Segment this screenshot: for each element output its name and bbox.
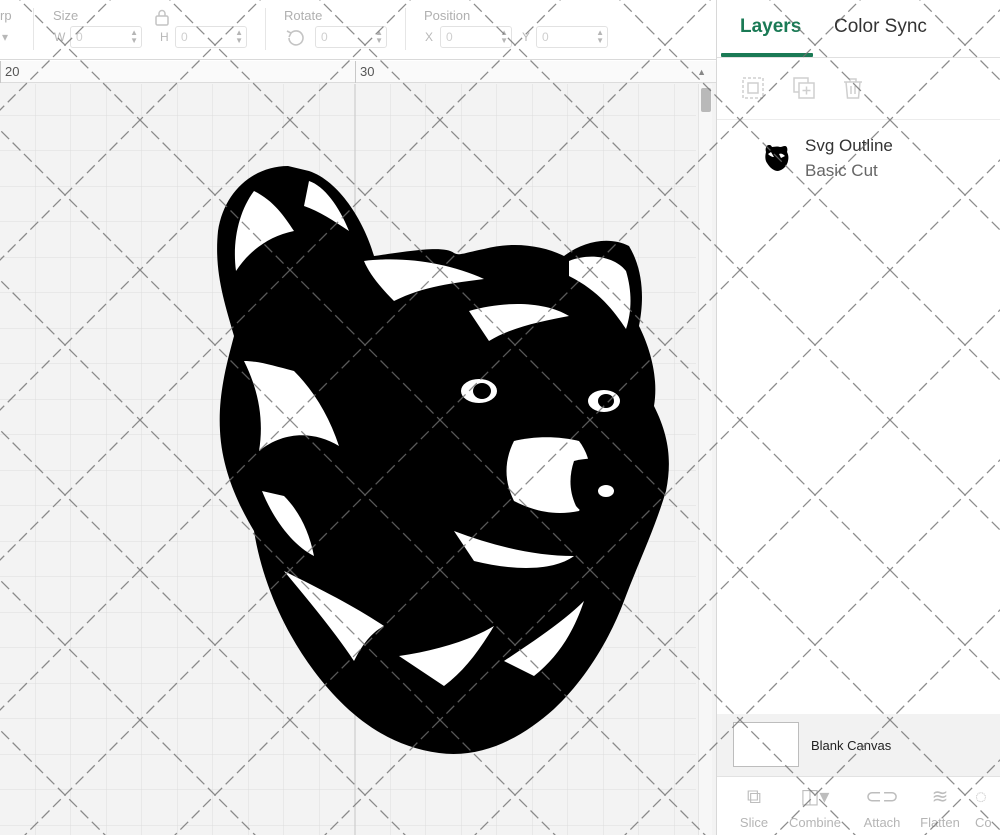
attach-icon: ⊂⊃ [865, 786, 899, 808]
ruler-label-20: 20 [5, 64, 20, 79]
canvas-vertical-scrollbar[interactable] [698, 84, 712, 835]
attach-label: Attach [863, 815, 901, 830]
x-position-value: 0 [446, 30, 453, 44]
group-icon[interactable] [741, 76, 765, 100]
layer-tools-bar: ⧉ Slice ◫▾ Combine ⊂⊃ Attach ≋ Flatten ◌… [717, 776, 1000, 835]
rotate-icon [285, 28, 307, 53]
toolbar-divider [265, 8, 266, 50]
y-letter: Y [522, 30, 531, 44]
rotate-input[interactable]: 0 ▲ ▼ [315, 26, 387, 48]
x-position-stepper[interactable]: ▲ ▼ [500, 29, 508, 45]
contour-label: Co [975, 815, 992, 830]
lock-icon[interactable] [155, 9, 169, 31]
blank-canvas-swatch[interactable] [733, 722, 799, 767]
slice-button[interactable]: ⧉ Slice [737, 783, 771, 830]
attach-button[interactable]: ⊂⊃ Attach [857, 783, 907, 830]
blank-canvas-row[interactable]: Blank Canvas [717, 714, 1000, 776]
delete-icon[interactable] [841, 76, 865, 100]
cut-dropdown-arrow[interactable]: ▾ [2, 30, 8, 44]
size-label: Size [53, 8, 79, 23]
rotate-label: Rotate [284, 8, 323, 23]
flatten-label: Flatten [920, 815, 960, 830]
bear-thumbnail-icon [765, 145, 789, 171]
toolbar-divider [33, 8, 34, 50]
tab-color-sync[interactable]: Color Sync [834, 16, 927, 38]
ruler-label-30: 30 [360, 64, 375, 79]
combine-button[interactable]: ◫▾ Combine [785, 783, 845, 830]
height-stepper[interactable]: ▲ ▼ [235, 29, 243, 45]
contour-icon: ◌ [975, 786, 987, 808]
slice-label: Slice [739, 815, 769, 830]
height-value: 0 [181, 30, 188, 44]
blank-canvas-label: Blank Canvas [811, 738, 892, 753]
flatten-icon: ≋ [931, 786, 949, 808]
width-value: 0 [76, 30, 83, 44]
toolbar-divider [405, 8, 406, 50]
active-tab-indicator [721, 53, 813, 57]
height-letter: H [160, 30, 169, 44]
layer-item[interactable]: Svg Outline Basic Cut [717, 124, 1000, 184]
y-position-value: 0 [542, 30, 549, 44]
x-letter: X [425, 30, 434, 44]
y-position-stepper[interactable]: ▲ ▼ [596, 29, 604, 45]
cut-label: rp [0, 8, 12, 23]
tab-layers[interactable]: Layers [740, 16, 801, 38]
rotate-stepper[interactable]: ▲ ▼ [375, 29, 383, 45]
scrollbar-thumb[interactable] [701, 88, 711, 112]
layer-operation-type[interactable]: Basic Cut [805, 161, 878, 181]
width-letter: W [54, 30, 66, 44]
flatten-button[interactable]: ≋ Flatten [916, 783, 964, 830]
width-input[interactable]: 0 ▲ ▼ [70, 26, 142, 48]
bear-head-artwork[interactable] [214, 161, 674, 761]
edit-toolbar: rp ▾ Size W 0 ▲ ▼ H 0 ▲ ▼ Rotate 0 ▲ ▼ Posi… [0, 0, 716, 60]
ruler-scroll-arrow-icon[interactable]: ▲ [697, 67, 706, 77]
duplicate-icon[interactable] [792, 76, 816, 100]
design-canvas[interactable]: 20 30 ▲ [0, 61, 716, 835]
y-position-input[interactable]: 0 ▲ ▼ [536, 26, 608, 48]
layer-actions-bar [717, 58, 1000, 120]
width-stepper[interactable]: ▲ ▼ [130, 29, 138, 45]
panel-tabs: Layers Color Sync [717, 0, 1000, 58]
layer-name: Svg Outline [805, 136, 893, 155]
horizontal-ruler: 20 30 ▲ [0, 61, 716, 83]
layers-panel: Layers Color Sync Svg Outline Basic Cut … [716, 0, 1000, 835]
slice-icon: ⧉ [746, 786, 762, 808]
combine-icon: ◫▾ [800, 786, 830, 808]
position-label: Position [424, 8, 471, 23]
height-input[interactable]: 0 ▲ ▼ [175, 26, 247, 48]
rotate-value: 0 [321, 30, 328, 44]
x-position-input[interactable]: 0 ▲ ▼ [440, 26, 512, 48]
combine-label: Combine [788, 815, 842, 830]
contour-button[interactable]: ◌ Co [975, 783, 1000, 830]
